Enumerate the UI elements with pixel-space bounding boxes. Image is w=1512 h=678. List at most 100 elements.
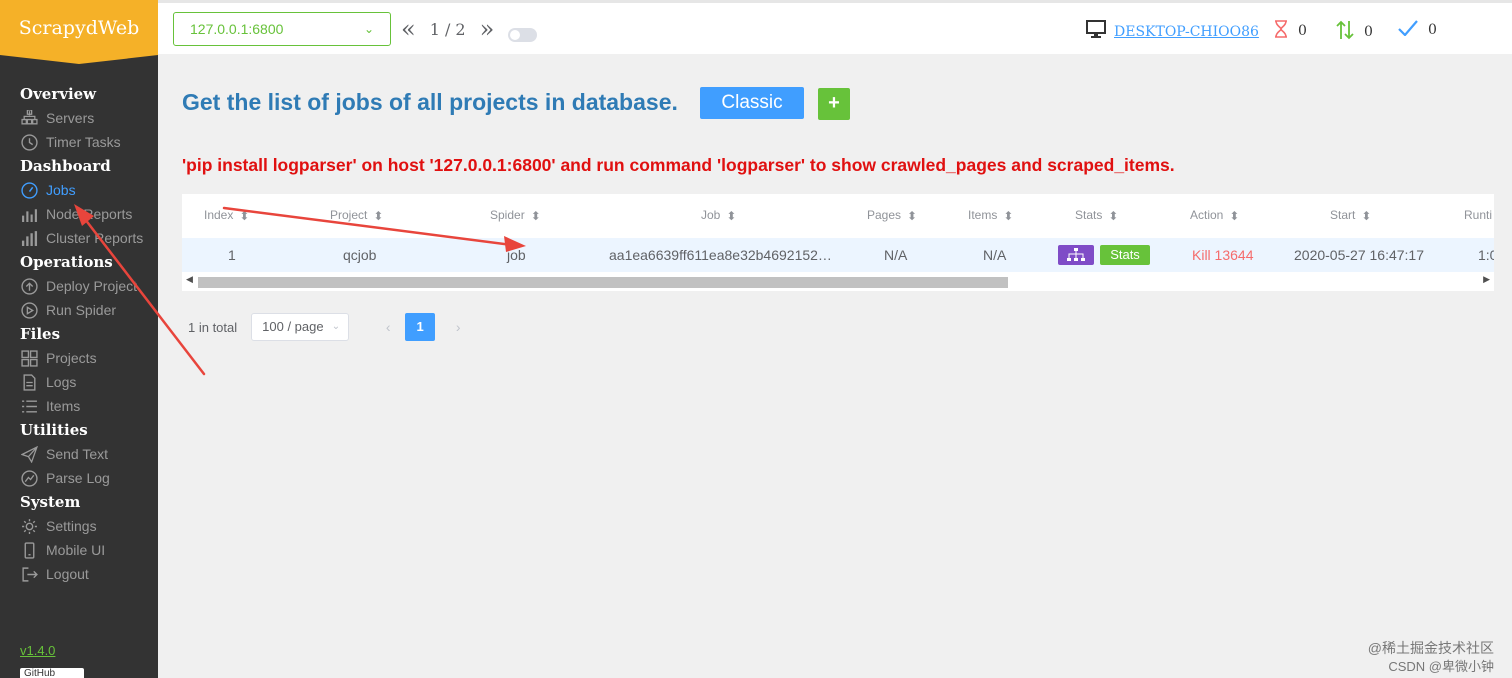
main-content: Get the list of jobs of all projects in …	[158, 54, 1512, 678]
sidebar-item-label: Items	[46, 398, 81, 414]
scroll-right-icon[interactable]: ▶	[1483, 274, 1490, 285]
watermark-csdn: CSDN @卑微小钟	[1388, 659, 1494, 674]
sidebar-item-jobs[interactable]: Jobs	[0, 178, 158, 202]
sidebar-item-node-reports[interactable]: Node Reports	[0, 202, 158, 226]
sort-icon: ⬍	[1229, 208, 1240, 223]
classic-button[interactable]: Classic	[700, 87, 804, 119]
next-page-button[interactable]: ›	[443, 313, 473, 341]
sidebar-item-settings[interactable]: Settings	[0, 514, 158, 538]
page-size-select[interactable]: 100 / page ⌄	[251, 313, 350, 341]
upload-icon	[20, 277, 38, 295]
cell-project: qcjob	[343, 247, 377, 263]
sidebar-item-cluster-reports[interactable]: Cluster Reports	[0, 226, 158, 250]
page-next-button[interactable]: »	[480, 17, 495, 41]
sidebar-item-label: Servers	[46, 110, 95, 126]
hostname-link[interactable]: DESKTOP-CHIOO86	[1114, 24, 1259, 40]
column-header-stats[interactable]: Stats ⬍	[1075, 208, 1118, 223]
sidebar-item-logout[interactable]: Logout	[0, 562, 158, 586]
toggle-switch[interactable]	[508, 28, 537, 42]
sidebar-item-parse-log[interactable]: Parse Log	[0, 466, 158, 490]
server-select[interactable]: 127.0.0.1:6800 ⌄	[173, 12, 391, 46]
column-header-action[interactable]: Action ⬍	[1190, 208, 1239, 223]
sidebar-item-mobile-ui[interactable]: Mobile UI	[0, 538, 158, 562]
current-page-button[interactable]: 1	[405, 313, 436, 341]
pagination: 1 in total 100 / page ⌄ ‹ 1 ›	[188, 313, 473, 341]
app-logo[interactable]: ScrapydWeb	[0, 0, 158, 64]
table-row[interactable]: 1 qcjob job aa1ea6639ff611ea8e32b4692152…	[182, 238, 1494, 272]
nav-group-system: System	[20, 493, 81, 511]
bar-chart-icon	[20, 205, 38, 223]
cell-start: 2020-05-27 16:47:17	[1294, 247, 1424, 263]
grid-icon	[20, 349, 38, 367]
sidebar-item-send-text[interactable]: Send Text	[0, 442, 158, 466]
column-header-project[interactable]: Project ⬍	[330, 208, 383, 223]
sidebar-item-servers[interactable]: Servers	[0, 106, 158, 130]
sidebar-item-deploy-project[interactable]: Deploy Project	[0, 274, 158, 298]
logout-icon	[20, 565, 38, 583]
hourglass-icon	[1274, 20, 1288, 41]
cell-runtime: 1:0	[1478, 247, 1494, 263]
total-count: 1 in total	[188, 319, 238, 335]
cell-job: aa1ea6639ff611ea8e32b4692152…	[609, 247, 832, 263]
sidebar-item-label: Jobs	[46, 182, 76, 198]
sidebar-item-items[interactable]: Items	[0, 394, 158, 418]
horizontal-scrollbar[interactable]: ◀ ▶	[182, 274, 1494, 288]
bar-chart-full-icon	[20, 229, 38, 247]
server-pager: « 1 / 2 »	[401, 17, 494, 41]
clock-icon	[20, 133, 38, 151]
add-button[interactable]: +	[818, 88, 850, 120]
nav-group-utilities: Utilities	[20, 421, 88, 439]
scroll-left-icon[interactable]: ◀	[186, 274, 193, 285]
stats-button[interactable]: Stats	[1100, 245, 1150, 265]
sidebar-item-timer-tasks[interactable]: Timer Tasks	[0, 130, 158, 154]
gear-icon	[20, 517, 38, 535]
sidebar-item-run-spider[interactable]: Run Spider	[0, 298, 158, 322]
sort-icon: ⬍	[239, 208, 250, 223]
sidebar-item-label: Parse Log	[46, 470, 110, 486]
pending-value: 0	[1298, 22, 1307, 39]
tree-view-button[interactable]	[1058, 245, 1094, 265]
logparser-warning: 'pip install logparser' on host '127.0.0…	[182, 155, 1175, 175]
page-title: Get the list of jobs of all projects in …	[182, 89, 678, 115]
sort-icon: ⬍	[907, 208, 918, 223]
version-link[interactable]: v1.4.0	[20, 643, 55, 658]
column-header-job[interactable]: Job ⬍	[701, 208, 736, 223]
column-header-index[interactable]: Index ⬍	[204, 208, 249, 223]
sidebar: ScrapydWeb Overview Servers Timer Tasks Das…	[0, 0, 158, 678]
sidebar-item-label: Cluster Reports	[46, 230, 144, 246]
document-icon	[20, 373, 38, 391]
watermark-juejin: @稀土掘金技术社区	[1367, 640, 1494, 656]
sidebar-item-label: Node Reports	[46, 206, 133, 222]
github-badge[interactable]: GitHub	[20, 668, 84, 678]
sidebar-item-label: Projects	[46, 350, 97, 366]
prev-page-button[interactable]: ‹	[373, 313, 403, 341]
scrollbar-thumb[interactable]	[198, 277, 1008, 288]
finished-value: 0	[1428, 21, 1437, 38]
page-indicator: 1 / 2	[429, 19, 466, 39]
jobs-table: Index ⬍ Project ⬍ Spider ⬍ Job ⬍ Pages ⬍ Item…	[182, 194, 1494, 291]
sidebar-item-logs[interactable]: Logs	[0, 370, 158, 394]
running-value: 0	[1364, 23, 1373, 40]
sidebar-item-label: Mobile UI	[46, 542, 106, 558]
sidebar-item-projects[interactable]: Projects	[0, 346, 158, 370]
kill-link[interactable]: Kill 13644	[1192, 247, 1254, 263]
page-prev-button[interactable]: «	[401, 17, 416, 41]
column-header-start[interactable]: Start ⬍	[1330, 208, 1371, 223]
column-header-runtime[interactable]: Runti	[1464, 208, 1492, 222]
sort-icon: ⬍	[530, 208, 541, 223]
pending-count[interactable]: 0	[1274, 20, 1307, 41]
sort-icon: ⬍	[726, 208, 737, 223]
cell-spider: job	[507, 247, 526, 263]
cell-items: N/A	[983, 247, 1007, 263]
chart-circle-icon	[20, 469, 38, 487]
column-header-items[interactable]: Items ⬍	[968, 208, 1013, 223]
running-count[interactable]: 0	[1336, 20, 1373, 43]
host-info: DESKTOP-CHIOO86	[1086, 20, 1259, 43]
chevron-down-icon: ⌄	[363, 22, 374, 36]
finished-count[interactable]: 0	[1398, 20, 1437, 39]
sidebar-item-label: Logs	[46, 374, 77, 390]
column-header-pages[interactable]: Pages ⬍	[867, 208, 917, 223]
sitemap-icon	[1067, 248, 1085, 261]
column-header-spider[interactable]: Spider ⬍	[490, 208, 541, 223]
gauge-icon	[20, 181, 38, 199]
